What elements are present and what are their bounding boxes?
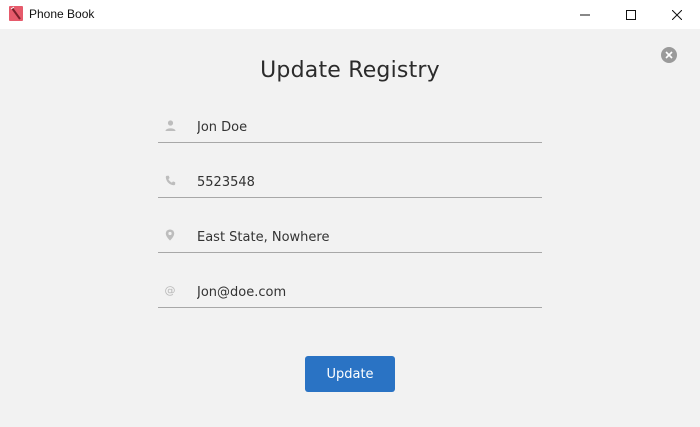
email-input[interactable] (197, 278, 537, 306)
phone-input[interactable] (197, 168, 537, 196)
minimize-icon (580, 14, 590, 15)
minimize-button[interactable] (562, 0, 608, 29)
email-field: @ (158, 278, 542, 308)
maximize-icon (626, 9, 636, 20)
close-button[interactable] (654, 0, 700, 29)
window-titlebar: Phone Book (0, 0, 700, 29)
maximize-button[interactable] (608, 0, 654, 29)
person-icon (163, 118, 177, 132)
close-icon (672, 9, 682, 20)
name-input[interactable] (197, 113, 537, 141)
location-pin-icon (163, 228, 177, 242)
page-title: Update Registry (260, 58, 440, 83)
address-input[interactable] (197, 223, 537, 251)
name-field (158, 113, 542, 143)
address-field (158, 223, 542, 253)
phone-icon (163, 173, 177, 187)
phone-field (158, 168, 542, 198)
window-title: Phone Book (29, 7, 95, 21)
at-icon: @ (164, 283, 176, 297)
app-icon (9, 6, 23, 21)
update-button[interactable]: Update (305, 356, 395, 392)
